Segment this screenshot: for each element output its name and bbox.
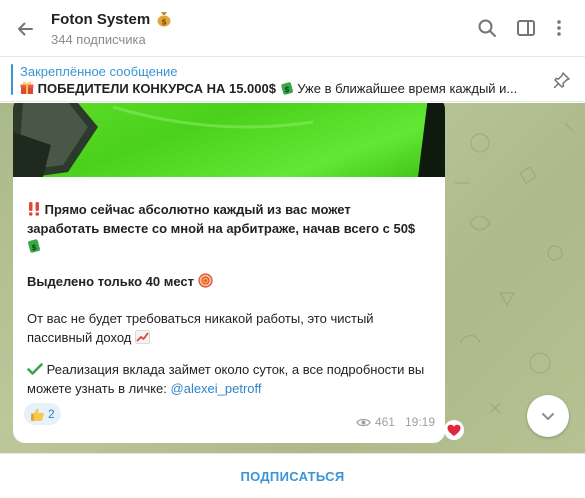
message-meta: 461 19:19 — [356, 415, 435, 429]
pinned-bold-text: ПОБЕДИТЕЛИ КОНКУРСА НА 15.000$ — [37, 81, 276, 96]
chat-area[interactable]: Прямо сейчас абсолютно каждый из вас мож… — [0, 103, 585, 453]
message-line-2b: $ — [27, 238, 41, 259]
message-media-image[interactable] — [13, 103, 445, 177]
pinned-label: Закреплённое сообщение — [20, 64, 178, 79]
message-line-4: От вас не будет требоваться никакой рабо… — [27, 311, 374, 326]
subscriber-count: 344 подписчика — [51, 32, 146, 47]
heart-reaction-button[interactable] — [444, 420, 464, 440]
reaction-count: 2 — [48, 407, 55, 421]
money-icon: $ — [28, 239, 40, 253]
chart-increasing-icon — [135, 330, 150, 344]
pinned-preview: ПОБЕДИТЕЛИ КОНКУРСА НА 15.000$ $ Уже в б… — [20, 81, 525, 96]
svg-text:$: $ — [284, 85, 290, 94]
author-username-link[interactable]: @alexei_petroff — [171, 381, 262, 396]
search-button[interactable] — [471, 12, 503, 44]
message-line-6-text: Реализация вклада займет около суток, а … — [46, 362, 425, 377]
scroll-to-bottom-button[interactable] — [527, 395, 569, 437]
back-button[interactable] — [8, 12, 42, 46]
channel-title[interactable]: Foton System $ — [51, 10, 172, 28]
chevron-down-icon — [542, 413, 554, 420]
subscribe-button[interactable]: ПОДПИСАТЬСЯ — [240, 469, 344, 484]
arrow-left-icon — [18, 22, 33, 36]
pin-icon — [553, 72, 570, 89]
message-line-2: заработать вместе со мной на арбитраже, … — [27, 219, 415, 238]
svg-text:$: $ — [31, 243, 37, 252]
message-line-6: Реализация вклада займет около суток, а … — [27, 360, 424, 379]
svg-text:$: $ — [162, 18, 168, 27]
double-exclamation-icon — [28, 202, 40, 216]
sidebar-icon — [517, 20, 535, 36]
target-icon — [198, 273, 213, 288]
money-icon: $ — [280, 82, 293, 95]
gift-icon — [20, 81, 34, 94]
channel-title-text: Foton System — [51, 11, 151, 28]
message-line-5-text: пассивный доход — [27, 330, 132, 345]
message-line-1: Прямо сейчас абсолютно каждый из вас мож… — [27, 200, 351, 219]
message-line-5: пассивный доход — [27, 328, 150, 347]
message-bubble[interactable]: Прямо сейчас абсолютно каждый из вас мож… — [13, 103, 445, 443]
thumbs-up-icon — [31, 408, 44, 421]
pinned-message-bar[interactable]: Закреплённое сообщение ПОБЕДИТЕЛИ КОНКУР… — [0, 57, 585, 102]
bottom-bar: ПОДПИСАТЬСЯ — [0, 453, 585, 498]
pinned-accent-line — [11, 64, 13, 95]
message-line-7: можете узнать в личке: @alexei_petroff — [27, 379, 262, 398]
sidebar-toggle-button[interactable] — [510, 12, 542, 44]
eye-icon — [356, 418, 371, 426]
chat-header: Foton System $ 344 подписчика — [0, 0, 585, 57]
pinned-list-button[interactable] — [549, 67, 575, 93]
search-icon — [478, 19, 496, 37]
message-line-3: Выделено только 40 мест — [27, 272, 213, 291]
message-time: 19:19 — [404, 415, 435, 429]
more-vertical-icon — [557, 20, 561, 36]
view-count: 461 — [374, 415, 395, 429]
message-line-2-text: заработать вместе со мной на арбитраже, … — [27, 221, 416, 236]
message-line-7-prefix: можете узнать в личке: — [27, 381, 171, 396]
media-picture — [13, 103, 445, 177]
money-bag-icon: $ — [157, 12, 171, 27]
check-mark-icon — [27, 363, 43, 375]
more-button[interactable] — [543, 12, 575, 44]
pinned-snippet: Уже в ближайшее время каждый и... — [297, 81, 518, 96]
heart-icon — [447, 424, 461, 436]
message-line-1-text: Прямо сейчас абсолютно каждый из вас мож… — [44, 202, 351, 217]
thumbs-up-reaction[interactable]: 2 — [24, 403, 61, 425]
message-line-3-text: Выделено только 40 мест — [27, 274, 194, 289]
